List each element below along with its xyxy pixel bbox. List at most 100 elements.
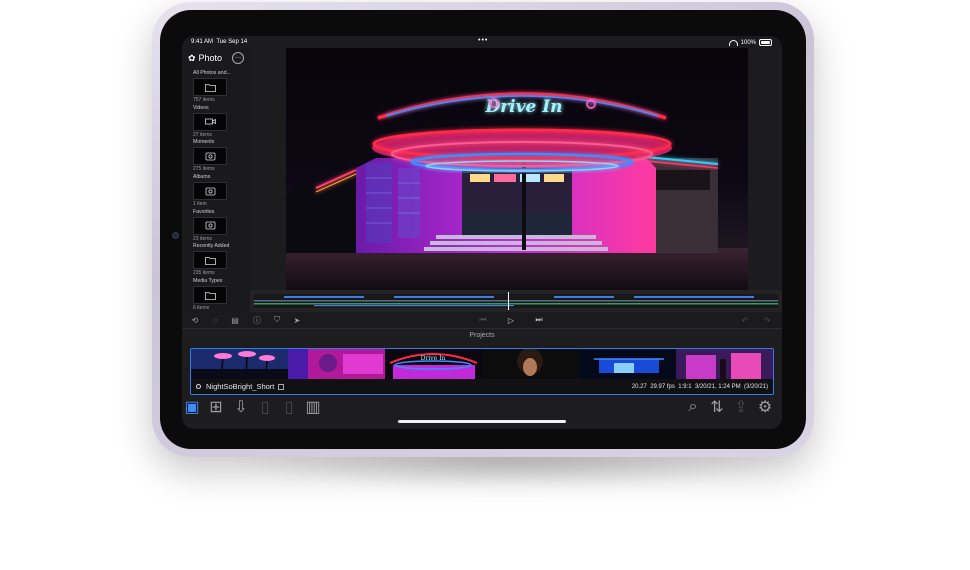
- multitasking-dots-icon[interactable]: •••: [478, 37, 488, 44]
- filmstrip-frame-blue-building: [579, 349, 676, 379]
- battery-icon: [759, 39, 772, 46]
- skip-forward-icon[interactable]: ⏭: [532, 312, 546, 328]
- sidebar-item-count: 23 items: [193, 235, 212, 242]
- filmstrip-frame-portrait: [288, 349, 385, 379]
- sidebar-list: All Photos and... 757 items Videos 27 items…: [182, 68, 250, 313]
- project-meta: 20.27 29.97 fps 1:9:1 3/20/21, 1:24 PM (…: [632, 384, 768, 390]
- sidebar-item-count: 27 items: [193, 131, 212, 138]
- sidebar-item-thumb: [193, 78, 227, 96]
- project-name: NightSoBright_Short: [206, 382, 275, 391]
- sidebar-item-count: 275 items: [193, 166, 215, 173]
- project-notes-icon[interactable]: [278, 383, 285, 390]
- media-browser-sidebar: ✿ Photo ··· All Photos and... 757 items Vi…: [182, 48, 251, 312]
- sidebar-item-count: 757 items: [193, 97, 215, 103]
- sidebar-item-count: 1 item: [193, 201, 207, 208]
- timeline[interactable]: [250, 290, 782, 312]
- sidebar-item-thumb: [193, 216, 227, 235]
- sidebar-item-thumb: [193, 112, 227, 131]
- status-indicators: 100%: [728, 39, 772, 46]
- status-time-label: 9:41 AM: [191, 39, 214, 45]
- search-icon[interactable]: ⌕: [686, 398, 700, 416]
- new-project-icon[interactable]: ⊞: [209, 398, 223, 416]
- video-camera-icon: [204, 117, 216, 126]
- sidebar-item-label: All Photos and...: [193, 70, 231, 76]
- project-filmstrip: Drive In: [191, 349, 773, 379]
- photo-stack-icon: [205, 152, 216, 161]
- media-browser-icon[interactable]: ▣: [184, 398, 199, 416]
- clip-menu-icon[interactable]: ▤: [228, 312, 242, 328]
- viewer-frame-drive-in-image: Drive In: [286, 48, 748, 290]
- sidebar-item-thumb: [193, 147, 227, 166]
- sidebar-title: Photo: [198, 53, 223, 63]
- bottom-toolbar: ▣ ⊞ ⇩ ▯ ▯ ▥ ⌕ ⇅ ⇪ ⚙: [182, 398, 782, 416]
- folder-icon: [204, 256, 216, 265]
- undo-icon[interactable]: ↶: [738, 312, 752, 328]
- app-screen: 9:41 AM Tue Sep 14 ••• 100% ✿ Photo ··· …: [182, 36, 782, 429]
- sidebar-item-thumb: [193, 182, 227, 201]
- svg-text:Drive In: Drive In: [421, 355, 446, 362]
- photo-stack-icon: [205, 221, 216, 230]
- back-icon[interactable]: ⟲: [188, 312, 202, 328]
- status-date-label: Tue Sep 14: [216, 39, 248, 45]
- sidebar-item[interactable]: Media Types 6 items: [193, 278, 250, 313]
- play-icon[interactable]: ▷: [504, 312, 518, 328]
- sidebar-item[interactable]: Moments 275 items: [193, 139, 250, 174]
- folder-icon: [204, 291, 216, 300]
- filmstrip-frame-pink-street: [676, 349, 773, 379]
- add-effect-icon[interactable]: ➤: [290, 312, 304, 328]
- wifi-icon: [728, 39, 738, 46]
- project-card[interactable]: Drive In NightSoBright_Short 20.27 29.97…: [190, 348, 774, 395]
- sidebar-item-label: Moments: [193, 139, 215, 146]
- ipad-device: 9:41 AM Tue Sep 14 ••• 100% ✿ Photo ··· …: [152, 2, 814, 457]
- battery-percent: 100%: [740, 39, 756, 46]
- duplicate-icon[interactable]: ▯: [258, 398, 272, 416]
- timeline-strip[interactable]: [254, 292, 778, 310]
- status-time: 9:41 AM Tue Sep 14: [191, 39, 247, 45]
- drive-in-photo: Drive In: [286, 92, 748, 290]
- sidebar-item[interactable]: Recently Added 235 items: [193, 243, 250, 278]
- marker-icon[interactable]: ⛉: [270, 312, 284, 328]
- trash-icon[interactable]: ▯: [282, 398, 296, 416]
- library-icon[interactable]: ▥: [305, 398, 320, 416]
- skip-back-icon[interactable]: ⏮: [476, 312, 490, 328]
- sidebar-item-label: Recently Added: [193, 243, 230, 250]
- project-info-row: NightSoBright_Short 20.27 29.97 fps 1:9:…: [191, 379, 773, 394]
- sidebar-item-thumb: [193, 251, 227, 270]
- import-icon[interactable]: ⇩: [234, 398, 248, 416]
- sidebar-item-count: 235 items: [193, 270, 215, 277]
- sidebar-item-label: Videos: [193, 104, 209, 111]
- settings-gear-icon[interactable]: ⚙: [758, 398, 772, 416]
- video-viewer[interactable]: Drive In: [250, 48, 782, 290]
- sidebar-item-count: 6 items: [193, 305, 210, 312]
- photos-flower-icon: ✿: [188, 52, 196, 63]
- info-icon[interactable]: ⓘ: [250, 312, 264, 328]
- status-bar: 9:41 AM Tue Sep 14 ••• 100%: [182, 36, 782, 48]
- timeline-playhead[interactable]: [508, 292, 509, 310]
- project-duration: 20.27: [631, 383, 647, 390]
- share-icon[interactable]: ⇪: [734, 398, 748, 416]
- sidebar-item[interactable]: Albums 1 item: [193, 174, 250, 209]
- filmstrip-frame-palms: [191, 349, 288, 379]
- projects-title: Projects: [469, 332, 495, 339]
- sidebar-item[interactable]: All Photos and... 757 items: [193, 70, 250, 105]
- more-options-icon[interactable]: ···: [232, 52, 244, 64]
- sidebar-item-label: Albums: [193, 174, 211, 181]
- project-select-radio[interactable]: [196, 384, 201, 389]
- home-indicator[interactable]: [398, 420, 566, 423]
- zoom-icon[interactable]: ◌: [208, 312, 222, 328]
- sidebar-item-label: Favorites: [193, 208, 215, 215]
- folder-icon: [204, 83, 216, 92]
- project-ratio: 1:9:1: [678, 383, 692, 390]
- sidebar-item-thumb: [193, 286, 227, 305]
- sidebar-item[interactable]: Favorites 23 items: [193, 209, 250, 244]
- project-modified: (3/20/21): [743, 383, 768, 390]
- playback-controls-bar: ⟲ ◌ ▤ ⓘ ⛉ ➤ ⏮ ▷ ⏭ ↶ ↷: [182, 312, 782, 328]
- filmstrip-frame-drive-in: Drive In: [385, 349, 482, 379]
- photo-stack-icon: [205, 187, 216, 196]
- sort-icon[interactable]: ⇅: [710, 398, 724, 416]
- project-fps: 29.97 fps: [650, 383, 675, 390]
- timeline-clips: [254, 296, 778, 307]
- sidebar-item[interactable]: Videos 27 items: [193, 105, 250, 140]
- redo-icon[interactable]: ↷: [760, 312, 774, 328]
- sidebar-item-label: Media Types: [193, 278, 223, 285]
